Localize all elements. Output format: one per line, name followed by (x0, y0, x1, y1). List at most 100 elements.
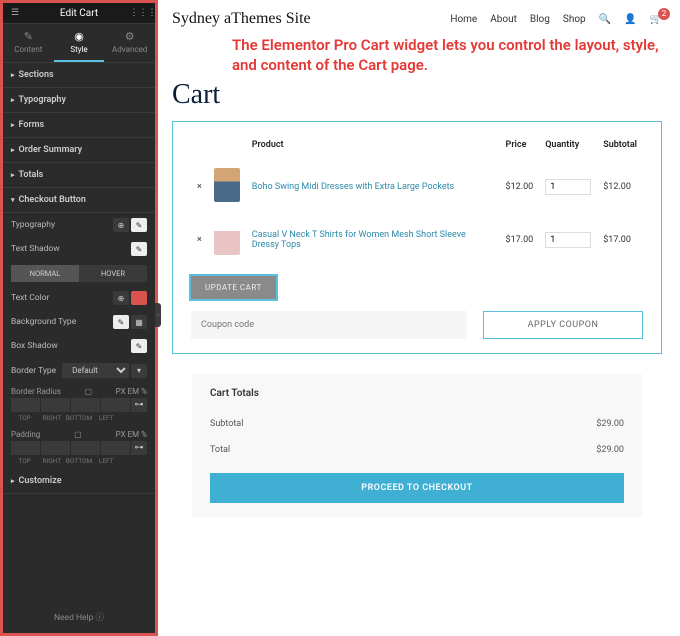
section-totals[interactable]: ▸Totals (3, 163, 155, 188)
caret-right-icon: ▸ (11, 71, 15, 79)
unit-em[interactable]: EM (128, 430, 140, 439)
row-background-type: Background Type ✎▦ (3, 310, 155, 334)
row-label: Box Shadow (11, 341, 58, 351)
main-content: Sydney aThemes Site Home About Blog Shop… (158, 0, 680, 636)
padding-inputs: ⊶ (3, 441, 155, 457)
cell-subtotal: $17.00 (597, 213, 643, 266)
th-product: Product (246, 136, 500, 160)
quantity-input[interactable] (545, 179, 591, 195)
caret-right-icon: ▸ (11, 477, 15, 485)
edit-icon[interactable]: ✎ (131, 339, 147, 353)
tab-content[interactable]: ✎Content (3, 24, 54, 62)
section-order-summary[interactable]: ▸Order Summary (3, 138, 155, 163)
cart-totals: Cart Totals Subtotal $29.00 Total $29.00… (192, 374, 642, 517)
edit-icon[interactable]: ✎ (131, 218, 147, 232)
tab-style[interactable]: ◉Style (54, 24, 105, 62)
tab-label: Advanced (112, 45, 147, 54)
update-cart-button[interactable]: UPDATE CART (191, 276, 276, 299)
sidebar-title: Edit Cart (60, 8, 98, 19)
section-label: Checkout Button (19, 195, 86, 205)
table-row: × Casual V Neck T Shirts for Women Mesh … (191, 213, 643, 266)
row-text-color: Text Color ⊕ (3, 286, 155, 310)
subtotal-label: Subtotal (210, 419, 243, 429)
device-icon[interactable]: ▢ (74, 430, 82, 439)
droplet-icon: ◉ (54, 30, 105, 43)
section-typography[interactable]: ▸Typography (3, 88, 155, 113)
dim-right[interactable] (41, 441, 70, 455)
product-image[interactable] (214, 168, 240, 202)
sidebar-header: ☰ Edit Cart ⋮⋮⋮ (3, 3, 155, 24)
gradient-icon[interactable]: ▦ (131, 315, 147, 329)
section-forms[interactable]: ▸Forms (3, 113, 155, 138)
dim-top[interactable] (11, 398, 40, 412)
toggle-normal[interactable]: NORMAL (11, 265, 79, 282)
caret-right-icon: ▸ (11, 146, 15, 154)
total-label: Total (210, 445, 230, 455)
pencil-icon: ✎ (3, 30, 54, 43)
state-toggle: NORMAL HOVER (3, 261, 155, 286)
dim-left[interactable] (101, 441, 130, 455)
globe-icon[interactable]: ⊕ (113, 291, 129, 305)
color-swatch[interactable] (131, 291, 147, 305)
page-title: Cart (172, 79, 662, 111)
product-image[interactable] (214, 221, 240, 255)
nav-shop[interactable]: Shop (563, 14, 586, 25)
link-icon[interactable]: ⊶ (131, 441, 147, 455)
totals-title: Cart Totals (210, 388, 624, 399)
globe-icon[interactable]: ⊕ (113, 218, 129, 232)
border-type-select[interactable]: Default (62, 363, 129, 378)
brush-icon[interactable]: ✎ (113, 315, 129, 329)
nav-about[interactable]: About (490, 14, 517, 25)
total-value: $29.00 (596, 445, 624, 455)
section-sections[interactable]: ▸Sections (3, 63, 155, 88)
cart-widget: Product Price Quantity Subtotal × Boho S… (172, 121, 662, 354)
cell-price: $12.00 (500, 160, 540, 213)
tab-advanced[interactable]: ⚙Advanced (104, 24, 155, 62)
unit-em[interactable]: EM (128, 387, 140, 396)
unit-pct[interactable]: % (141, 387, 147, 396)
caret-right-icon: ▸ (11, 121, 15, 129)
dim-labels: TOPRIGHTBOTTOMLEFT (3, 414, 155, 426)
row-label: Background Type (11, 317, 76, 327)
nav-blog[interactable]: Blog (530, 14, 550, 25)
link-icon[interactable]: ⊶ (131, 398, 147, 412)
unit-px[interactable]: PX (116, 430, 126, 439)
dim-right[interactable] (41, 398, 70, 412)
nav-home[interactable]: Home (450, 14, 477, 25)
sidebar-footer[interactable]: Need Help ⓘ (3, 601, 155, 633)
remove-item[interactable]: × (197, 182, 202, 192)
chevron-down-icon[interactable]: ▾ (131, 364, 147, 378)
checkout-button[interactable]: PROCEED TO CHECKOUT (210, 473, 624, 503)
coupon-input[interactable] (191, 311, 467, 339)
dim-bottom[interactable] (71, 441, 100, 455)
edit-icon[interactable]: ✎ (131, 242, 147, 256)
quantity-input[interactable] (545, 232, 591, 248)
user-icon[interactable]: 👤 (624, 14, 636, 25)
dim-bottom[interactable] (71, 398, 100, 412)
grid-icon[interactable]: ⋮⋮⋮ (137, 7, 149, 19)
th-quantity: Quantity (539, 136, 597, 160)
menu-icon[interactable]: ☰ (9, 7, 21, 19)
table-row: × Boho Swing Midi Dresses with Extra Lar… (191, 160, 643, 213)
th-price: Price (500, 136, 540, 160)
dim-labels: TOPRIGHTBOTTOMLEFT (3, 457, 155, 469)
section-checkout-button[interactable]: ▾Checkout Button (3, 188, 155, 213)
apply-coupon-button[interactable]: APPLY COUPON (483, 311, 643, 339)
caret-right-icon: ▸ (11, 96, 15, 104)
dim-top[interactable] (11, 441, 40, 455)
row-typography: Typography ⊕ ✎ (3, 213, 155, 237)
border-radius-inputs: ⊶ (3, 398, 155, 414)
section-customize[interactable]: ▸Customize (3, 469, 155, 494)
search-icon[interactable]: 🔍 (599, 14, 611, 25)
unit-pct[interactable]: % (141, 430, 147, 439)
dim-left[interactable] (101, 398, 130, 412)
toggle-hover[interactable]: HOVER (79, 265, 147, 282)
collapse-handle[interactable]: ‹ (155, 303, 161, 327)
unit-px[interactable]: PX (116, 387, 126, 396)
remove-item[interactable]: × (197, 235, 202, 245)
device-icon[interactable]: ▢ (85, 387, 93, 396)
help-icon: ⓘ (96, 613, 105, 623)
product-link[interactable]: Casual V Neck T Shirts for Women Mesh Sh… (252, 230, 466, 250)
product-link[interactable]: Boho Swing Midi Dresses with Extra Large… (252, 182, 454, 192)
cart-icon[interactable]: 🛒2 (650, 14, 662, 25)
